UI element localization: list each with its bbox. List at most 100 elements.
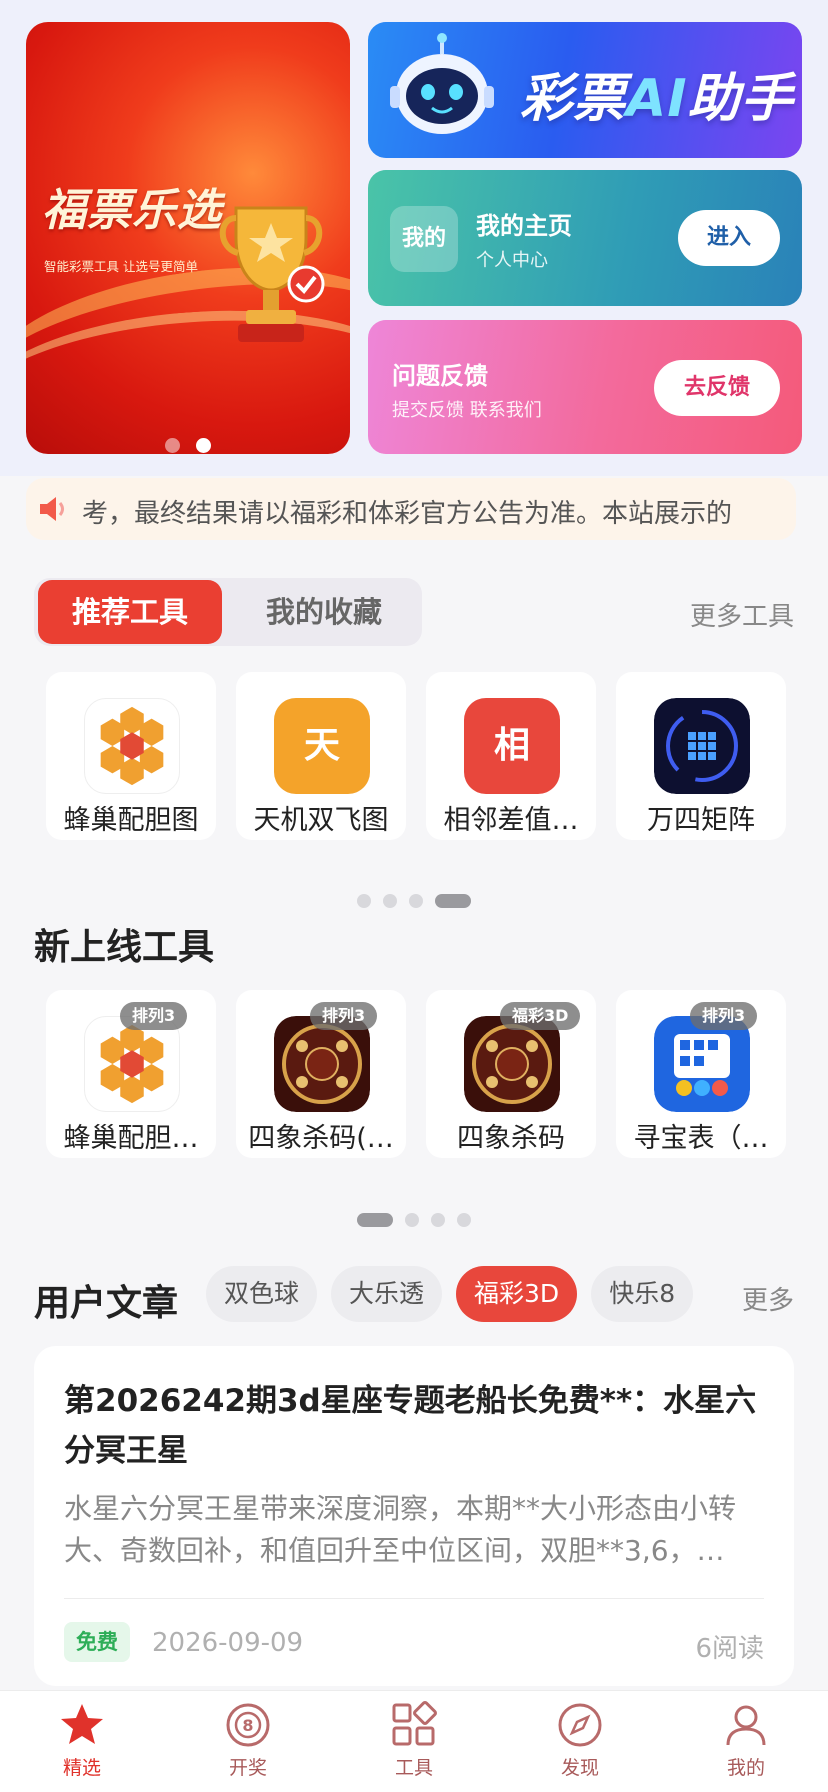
svg-text:8: 8 [242, 1716, 253, 1735]
tab-featured[interactable]: 精选 [22, 1701, 142, 1780]
tool-label: 天机双飞图 [253, 805, 389, 836]
go-feedback-button[interactable]: 去反馈 [654, 360, 780, 416]
read-count: 6阅读 [695, 1634, 764, 1664]
tab-fucai3d[interactable]: 福彩3D [456, 1266, 578, 1322]
user-icon [726, 1705, 766, 1746]
lottery-badge: 排列3 [690, 1002, 758, 1030]
matrix-icon [654, 698, 750, 794]
honeycomb-icon [84, 1016, 180, 1112]
grid-icon [392, 1701, 437, 1746]
pager-dot-active[interactable] [196, 438, 211, 453]
tool-card[interactable]: 排列3 四象杀码(… [236, 990, 406, 1158]
feedback-card[interactable]: 问题反馈 提交反馈 联系我们 去反馈 [368, 320, 802, 454]
tool-label: 蜂巢配胆… [63, 1123, 199, 1154]
ai-title-part: AI [626, 69, 688, 129]
tool-card[interactable]: 福彩3D 四象杀码 [426, 990, 596, 1158]
ai-assistant-card[interactable]: 彩票AI助手 [368, 22, 802, 158]
recommended-tools-row: 蜂巢配胆图 天 天机双飞图 相 相邻差值… 万四矩阵 [46, 672, 786, 840]
my-tag: 我的 [390, 206, 458, 272]
tool-label: 四象杀码(… [248, 1123, 394, 1154]
article-date: 2026-09-09 [152, 1628, 304, 1658]
robot-icon [390, 33, 494, 134]
tool-card[interactable]: 蜂巢配胆图 [46, 672, 216, 840]
ai-title-part: 彩票 [520, 69, 627, 129]
home-card-subtitle: 个人中心 [476, 250, 548, 271]
tab-label: 开奖 [228, 1757, 267, 1779]
text-xiang-icon: 相 [464, 698, 560, 794]
compass-icon [558, 1703, 602, 1747]
home-card-title: 我的主页 [476, 212, 572, 240]
pager-dot[interactable] [383, 893, 397, 908]
article-card[interactable]: 第2026242期3d星座专题老船长免费**：水星六分冥王星 水星六分冥王星带来… [34, 1346, 794, 1686]
my-home-card[interactable]: 我的 我的主页 个人中心 进入 [368, 170, 802, 306]
tab-my-favorites[interactable]: 我的收藏 [230, 580, 418, 644]
notice-text: 考，最终结果请以福彩和体彩官方公告为准。本站展示的 [82, 499, 733, 529]
promo-banner[interactable]: 福票乐选 智能彩票工具 让选号更简单 [26, 22, 350, 454]
new-tools-title: 新上线工具 [34, 927, 215, 968]
star-icon [61, 1704, 103, 1744]
tool-tabs: 推荐工具 我的收藏 [34, 578, 422, 646]
tool-card[interactable]: 排列3 寻宝表（… [616, 990, 786, 1158]
notice-bar[interactable]: 考，最终结果请以福彩和体彩官方公告为准。本站展示的 [26, 478, 796, 540]
tab-mine[interactable]: 我的 [686, 1701, 806, 1780]
lottery-badge: 排列3 [120, 1002, 188, 1030]
tab-tools[interactable]: 工具 [354, 1701, 474, 1780]
tool-label: 四象杀码 [457, 1123, 565, 1154]
tab-label: 工具 [394, 1757, 433, 1779]
tool-card[interactable]: 排列3 蜂巢配胆… [46, 990, 216, 1158]
four-symbols-kill-icon [464, 1016, 560, 1112]
user-articles-title: 用户文章 [34, 1283, 179, 1324]
tool-card[interactable]: 相 相邻差值… [426, 672, 596, 840]
pager-dot[interactable] [431, 1212, 445, 1227]
tab-label: 我的 [726, 1757, 765, 1779]
more-articles-link[interactable]: 更多 [742, 1280, 794, 1317]
tool-label: 寻宝表（… [633, 1123, 769, 1154]
pager-dot[interactable] [457, 1212, 471, 1227]
pager-dot[interactable] [357, 893, 371, 908]
new-tools-pager [0, 1209, 828, 1228]
banner-subtitle: 智能彩票工具 让选号更简单 [44, 259, 198, 274]
pager-dot[interactable] [409, 893, 423, 908]
pager-dot-active[interactable] [357, 1212, 393, 1227]
tab-shuangseqiu[interactable]: 双色球 [206, 1266, 318, 1322]
speaker-icon [40, 497, 64, 521]
article-summary: 水星六分冥王星带来深度洞察，本期**大小形态由小转大、奇数回补，和值回升至中位区… [64, 1492, 737, 1567]
banner-title: 福票乐选 [42, 185, 222, 236]
tool-card[interactable]: 万四矩阵 [616, 672, 786, 840]
lottery-badge: 福彩3D [500, 1002, 581, 1030]
feedback-subtitle: 提交反馈 联系我们 [392, 400, 542, 421]
article-headline: 第2026242期3d星座专题老船长免费**：水星六分冥王星 [64, 1383, 757, 1469]
honeycomb-icon [84, 698, 180, 794]
pager-dot[interactable] [165, 438, 180, 453]
tab-label: 精选 [62, 1757, 101, 1779]
article-category-tabs: 双色球 大乐透 福彩3D 快乐8 [206, 1266, 707, 1322]
banner-pager [26, 438, 350, 454]
new-tools-row: 排列3 蜂巢配胆… 排列3 四象杀码(… 福彩3D 四象杀码 排列3 寻宝表（… [46, 990, 786, 1158]
free-badge: 免费 [64, 1622, 130, 1662]
tool-label: 相邻差值… [443, 805, 579, 836]
divider [64, 1598, 764, 1599]
pager-dot[interactable] [405, 1212, 419, 1227]
tab-kuaile8[interactable]: 快乐8 [591, 1266, 694, 1322]
pager-dot-active[interactable] [435, 893, 471, 908]
text-tian-icon: 天 [274, 698, 370, 794]
tool-label: 万四矩阵 [647, 805, 755, 836]
feedback-title: 问题反馈 [392, 362, 488, 390]
recommended-pager [0, 890, 828, 909]
bottom-tab-bar: 精选 8 开奖 工具 发现 我的 [0, 1690, 828, 1792]
ai-assistant-title: 彩票AI助手 [520, 56, 794, 131]
tab-label: 发现 [560, 1757, 599, 1779]
tab-discover[interactable]: 发现 [520, 1701, 640, 1780]
ai-title-part: 助手 [687, 69, 794, 129]
trophy-icon [219, 206, 325, 342]
tab-recommended-tools[interactable]: 推荐工具 [38, 580, 222, 644]
more-tools-link[interactable]: 更多工具 [690, 596, 794, 633]
enter-button[interactable]: 进入 [678, 210, 780, 266]
lottery-ball-icon: 8 [226, 1703, 270, 1747]
tab-daletou[interactable]: 大乐透 [331, 1266, 443, 1322]
tool-label: 蜂巢配胆图 [63, 805, 199, 836]
tab-lottery-results[interactable]: 8 开奖 [188, 1701, 308, 1780]
treasure-chart-icon [654, 1016, 750, 1112]
tool-card[interactable]: 天 天机双飞图 [236, 672, 406, 840]
lottery-badge: 排列3 [310, 1002, 378, 1030]
